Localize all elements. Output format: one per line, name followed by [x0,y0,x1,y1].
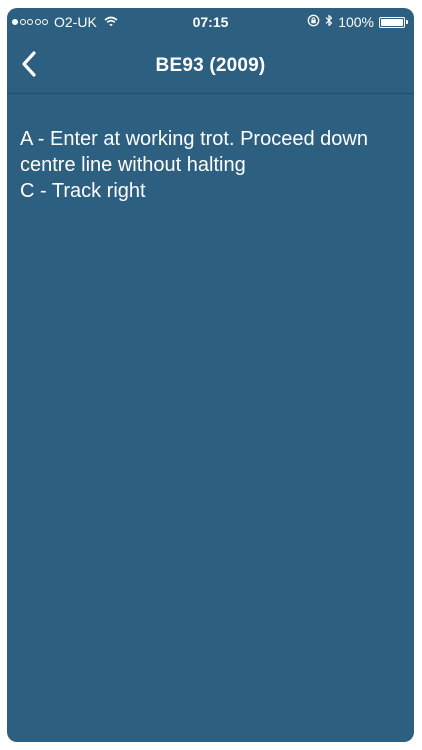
instruction-line: C - Track right [20,180,146,202]
battery-icon [379,16,408,28]
orientation-lock-icon [307,14,320,30]
battery-tip [406,20,408,24]
instruction-line: A - Enter at working trot. Proceed down … [20,128,368,176]
phone-screen: O2-UK 07:15 100% BE93 (2009) A - Enter a… [7,8,414,742]
test-instructions: A - Enter at working trot. Proceed down … [20,126,405,204]
page-title: BE93 (2009) [155,55,266,76]
bluetooth-icon [325,14,333,30]
battery-percent: 100% [338,14,374,30]
battery-body [379,16,405,28]
battery-fill [381,18,403,26]
status-right: 100% [307,14,408,30]
navigation-bar: BE93 (2009) [7,36,414,94]
status-bar: O2-UK 07:15 100% [7,8,414,36]
